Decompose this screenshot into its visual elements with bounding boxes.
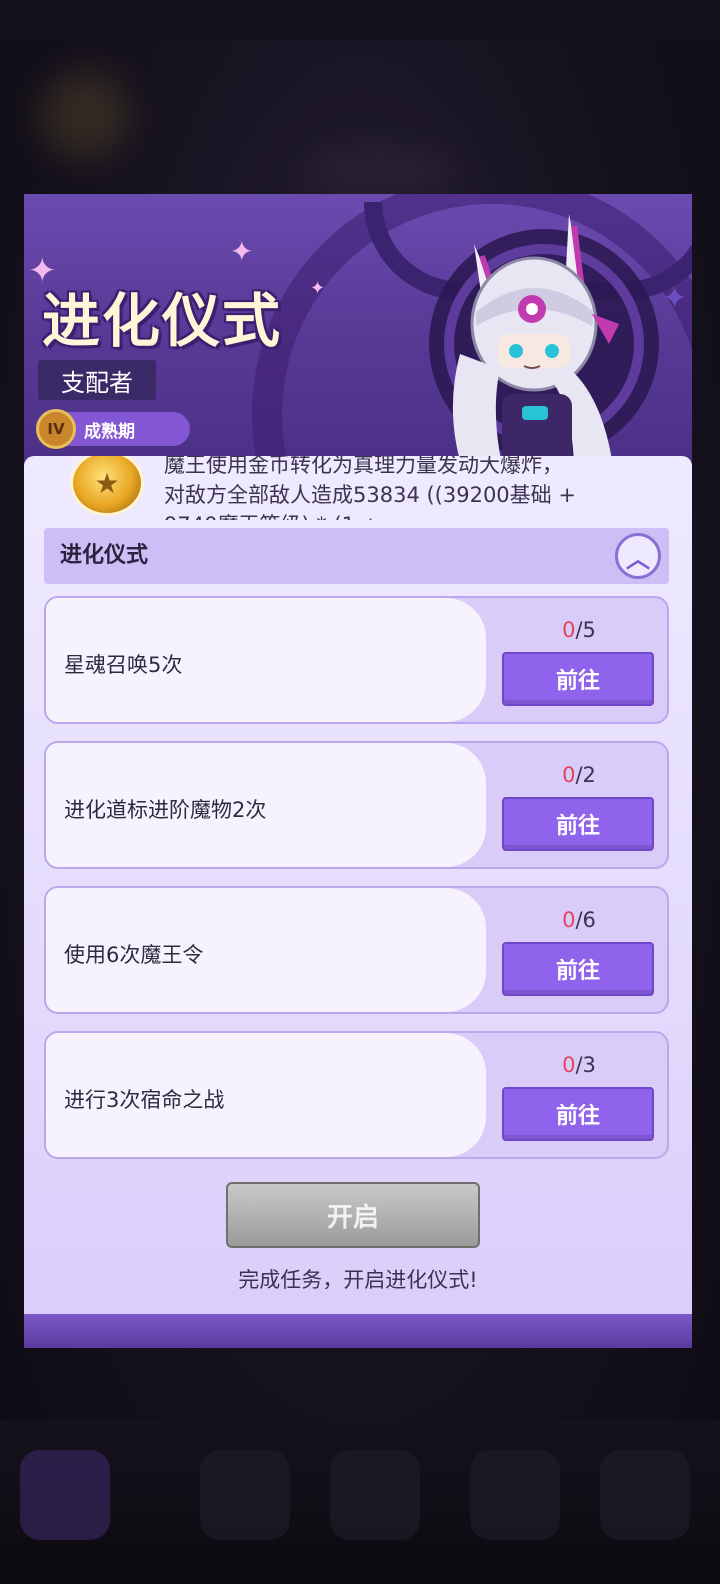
- stage-level-icon: IV: [36, 409, 76, 449]
- skill-text: 魔王使用金币转化为真理力量发动大爆炸， 对敌方全部敌人造成53834 ((392…: [164, 456, 664, 520]
- task-left-panel: 进行3次宿命之战: [46, 1033, 486, 1157]
- go-button[interactable]: 前往: [502, 1087, 654, 1141]
- dock-slot: [20, 1450, 110, 1540]
- task-label: 使用6次魔王令: [64, 943, 204, 967]
- skill-description: ★ 魔王使用金币转化为真理力量发动大爆炸， 对敌方全部敌人造成53834 ((3…: [24, 456, 692, 520]
- task-left-panel: 进化道标进阶魔物2次: [46, 743, 486, 867]
- stage-label: 成熟期: [84, 421, 135, 442]
- sparkle-icon: ✦: [230, 235, 254, 268]
- status-bar: [0, 0, 720, 40]
- section-header: 进化仪式 ︿: [44, 528, 669, 584]
- task-left-panel: 使用6次魔王令: [46, 888, 486, 1012]
- task-card: 使用6次魔王令 0/6 前往: [44, 886, 669, 1014]
- background-blur: [40, 70, 130, 160]
- sparkle-icon: ✦: [310, 278, 326, 299]
- skill-line: 9740魔王等级) * (1 +: [164, 510, 664, 520]
- task-label: 进化道标进阶魔物2次: [64, 798, 267, 822]
- dock-slot: [330, 1450, 420, 1540]
- skill-line: 魔王使用金币转化为真理力量发动大爆炸，: [164, 456, 563, 477]
- evolution-ritual-panel: ✦ ✦ ✦ ✦ 进化仪式 支配者 IV 成熟期 ★ 魔王使用金币转化为真理力量发…: [24, 194, 692, 1348]
- progress-current: 0: [562, 908, 576, 932]
- stage-badge: IV 成熟期: [36, 409, 190, 449]
- panel-bottom-strip: [24, 1314, 692, 1348]
- task-card: 进行3次宿命之战 0/3 前往: [44, 1031, 669, 1159]
- dock-slot: [600, 1450, 690, 1540]
- go-button[interactable]: 前往: [502, 797, 654, 851]
- progress-total: /3: [575, 1053, 596, 1077]
- task-card: 星魂召唤5次 0/5 前往: [44, 596, 669, 724]
- task-label: 星魂召唤5次: [64, 653, 183, 677]
- task-card: 进化道标进阶魔物2次 0/2 前往: [44, 741, 669, 869]
- background-blur: [300, 150, 460, 190]
- skill-line: 对敌方全部敌人造成53834 ((39200基础 +: [164, 483, 576, 507]
- gold-coin-icon: ★: [70, 456, 144, 516]
- hint-text: 完成任务，开启进化仪式!: [238, 1268, 478, 1292]
- panel-body: ★ 魔王使用金币转化为真理力量发动大爆炸， 对敌方全部敌人造成53834 ((3…: [24, 456, 692, 1348]
- page-title: 进化仪式: [42, 287, 283, 355]
- task-progress: 0/5: [502, 618, 656, 642]
- open-ritual-button[interactable]: 开启: [226, 1182, 480, 1248]
- panel-header: ✦ ✦ ✦ ✦ 进化仪式 支配者 IV 成熟期: [24, 194, 692, 474]
- dock-slot: [470, 1450, 560, 1540]
- progress-total: /2: [575, 763, 596, 787]
- dock-slot: [200, 1450, 290, 1540]
- task-left-panel: 星魂召唤5次: [46, 598, 486, 722]
- progress-current: 0: [562, 618, 576, 642]
- role-badge: 支配者: [38, 360, 156, 400]
- progress-total: /5: [575, 618, 596, 642]
- progress-current: 0: [562, 1053, 576, 1077]
- section-title: 进化仪式: [60, 543, 149, 568]
- task-progress: 0/3: [502, 1053, 656, 1077]
- go-button[interactable]: 前往: [502, 652, 654, 706]
- chevron-up-icon: ︿: [626, 544, 650, 573]
- task-progress: 0/2: [502, 763, 656, 787]
- progress-total: /6: [575, 908, 596, 932]
- go-button[interactable]: 前往: [502, 942, 654, 996]
- progress-current: 0: [562, 763, 576, 787]
- task-progress: 0/6: [502, 908, 656, 932]
- collapse-button[interactable]: ︿: [615, 533, 661, 579]
- task-label: 进行3次宿命之战: [64, 1088, 225, 1112]
- character-portrait: [429, 214, 659, 474]
